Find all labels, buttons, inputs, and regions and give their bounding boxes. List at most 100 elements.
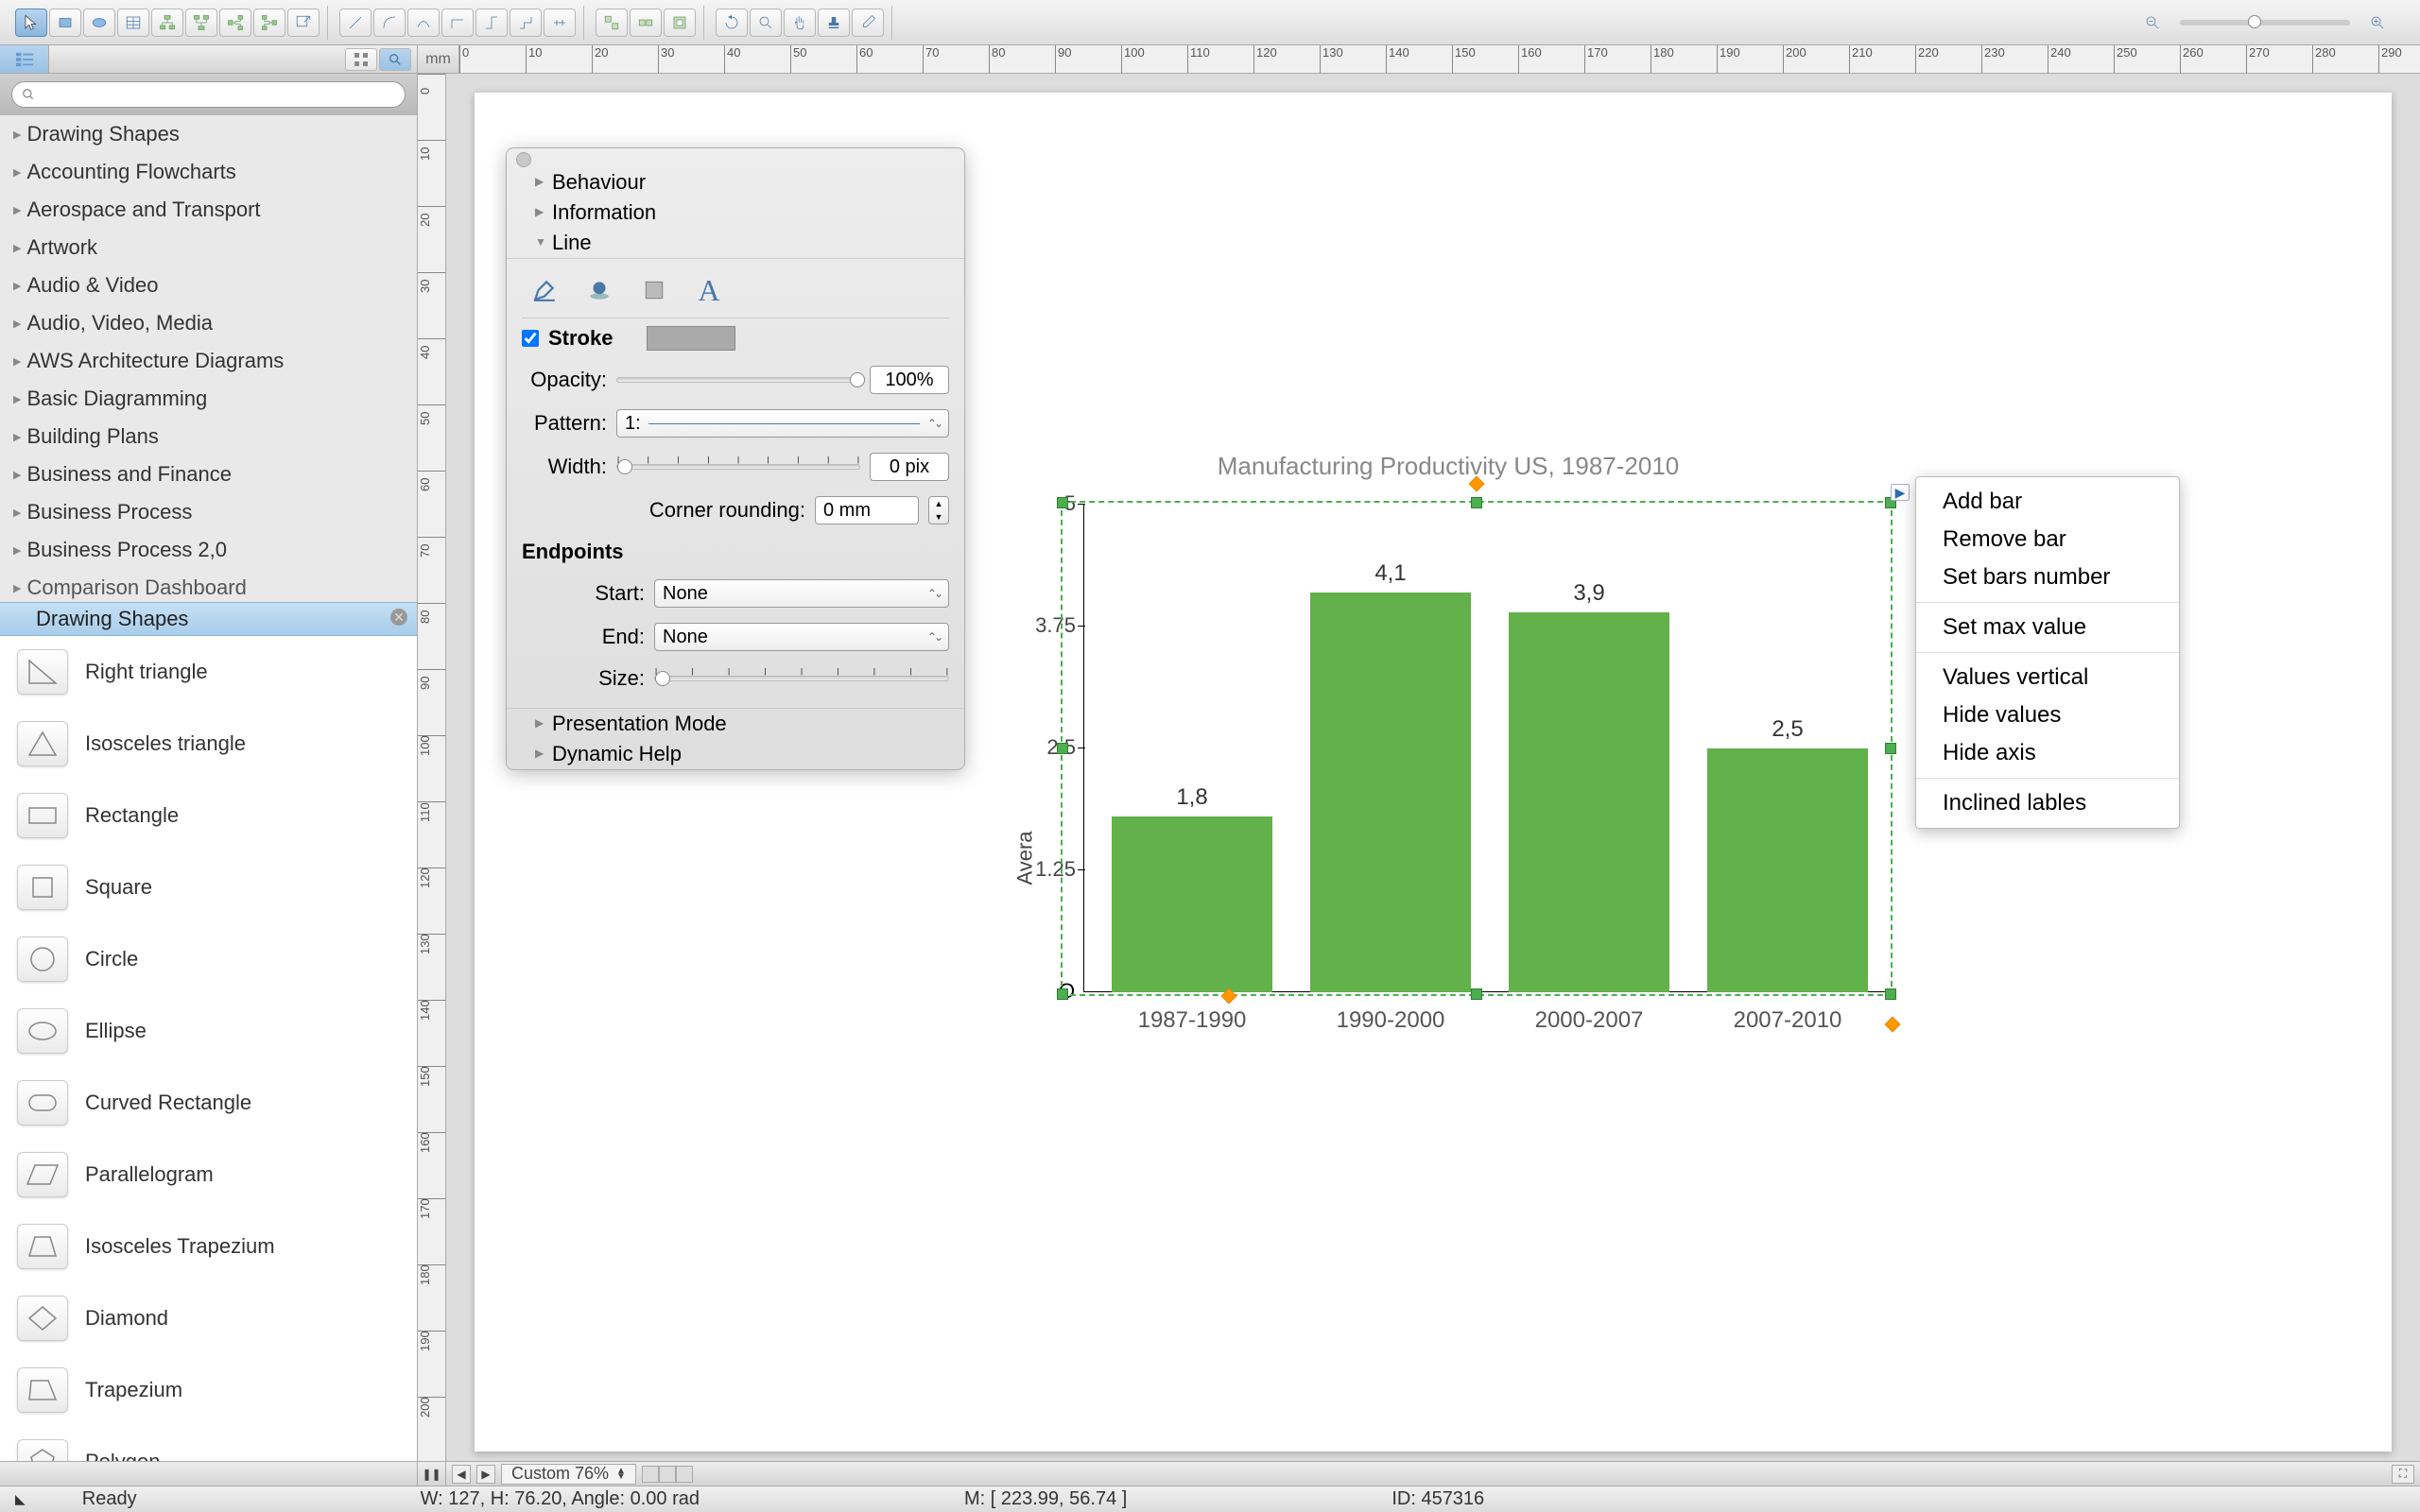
ellipse-tool[interactable] bbox=[83, 9, 115, 37]
insp-tab-shadow-icon[interactable] bbox=[580, 274, 618, 306]
selection-handle-sw[interactable] bbox=[1057, 988, 1068, 1000]
scroll-left-icon[interactable]: ◀ bbox=[452, 1465, 471, 1484]
library-category[interactable]: Drawing Shapes bbox=[0, 115, 417, 153]
library-category[interactable]: Business Process 2,0 bbox=[0, 531, 417, 569]
shape-item[interactable]: Curved Rectangle bbox=[0, 1067, 417, 1139]
opacity-slider[interactable] bbox=[616, 377, 860, 383]
shape-item[interactable]: Ellipse bbox=[0, 995, 417, 1067]
eyedropper-tool[interactable] bbox=[852, 9, 884, 37]
search-lib-icon[interactable] bbox=[379, 48, 411, 71]
zoom-in-button[interactable] bbox=[2361, 9, 2394, 37]
shape-item[interactable]: Parallelogram bbox=[0, 1139, 417, 1211]
connector-curve[interactable] bbox=[373, 9, 406, 37]
inspector-section-information[interactable]: Information bbox=[507, 198, 964, 228]
end-select[interactable]: None bbox=[654, 623, 949, 651]
size-slider[interactable]: ||||||||| bbox=[654, 676, 949, 681]
context-menu-item[interactable]: Add bar bbox=[1916, 483, 2179, 521]
library-category[interactable]: Accounting Flowcharts bbox=[0, 153, 417, 191]
selection-handle-e[interactable] bbox=[1885, 743, 1896, 754]
connector-arc[interactable] bbox=[407, 9, 440, 37]
export-tool[interactable] bbox=[287, 9, 320, 37]
width-field[interactable] bbox=[870, 453, 949, 481]
zoom-tool[interactable] bbox=[750, 9, 782, 37]
shape-item[interactable]: Rectangle bbox=[0, 780, 417, 851]
connector-angle[interactable] bbox=[441, 9, 474, 37]
corner-field[interactable] bbox=[815, 496, 919, 524]
selection-handle-n[interactable] bbox=[1471, 497, 1482, 508]
corner-stepper[interactable]: ▲▼ bbox=[928, 496, 949, 524]
zoom-slider[interactable] bbox=[2180, 20, 2350, 26]
context-menu-item[interactable]: Values vertical bbox=[1916, 659, 2179, 696]
scroll-right-icon[interactable]: ▶ bbox=[476, 1465, 495, 1484]
library-category[interactable]: Aerospace and Transport bbox=[0, 191, 417, 229]
selection-handle-nw[interactable] bbox=[1057, 497, 1068, 508]
shape-item[interactable]: Diamond bbox=[0, 1282, 417, 1354]
selection-handle-w[interactable] bbox=[1057, 743, 1068, 754]
start-select[interactable]: None bbox=[654, 579, 949, 608]
align-3[interactable] bbox=[664, 9, 696, 37]
library-open-section[interactable]: Drawing Shapes ✕ bbox=[0, 602, 417, 636]
shape-item[interactable]: Square bbox=[0, 851, 417, 923]
pan-tool[interactable] bbox=[784, 9, 816, 37]
library-category[interactable]: Building Plans bbox=[0, 418, 417, 455]
inspector-section-presentation[interactable]: Presentation Mode bbox=[507, 708, 964, 739]
library-category[interactable]: Audio & Video bbox=[0, 266, 417, 304]
context-menu-item[interactable]: Remove bar bbox=[1916, 521, 2179, 558]
inspector-close-icon[interactable] bbox=[516, 152, 531, 167]
pattern-select[interactable]: 1: bbox=[616, 409, 949, 438]
align-1[interactable] bbox=[596, 9, 628, 37]
close-icon[interactable]: ✕ bbox=[390, 609, 407, 626]
selection-handle-s[interactable] bbox=[1471, 988, 1482, 1000]
align-2[interactable] bbox=[630, 9, 662, 37]
zoom-out-button[interactable] bbox=[2136, 9, 2169, 37]
connector-step[interactable] bbox=[475, 9, 508, 37]
pause-icon[interactable]: ❚❚ bbox=[418, 1462, 446, 1486]
action-arrow-icon[interactable]: ▶ bbox=[1891, 484, 1910, 501]
connector-straight[interactable] bbox=[339, 9, 372, 37]
shape-item[interactable]: Polygon bbox=[0, 1426, 417, 1461]
connector-bezier[interactable] bbox=[544, 9, 576, 37]
expand-icon[interactable]: ⛶ bbox=[2392, 1465, 2414, 1484]
context-menu-item[interactable]: Hide axis bbox=[1916, 734, 2179, 772]
tree-tool-4[interactable] bbox=[253, 9, 285, 37]
insp-tab-pen-icon[interactable] bbox=[526, 274, 563, 306]
shape-item[interactable]: Isosceles Trapezium bbox=[0, 1211, 417, 1282]
library-category[interactable]: Business Process bbox=[0, 493, 417, 531]
insp-tab-text-icon[interactable]: A bbox=[690, 274, 728, 306]
inspector-panel[interactable]: Behaviour Information Line A Stroke Opac… bbox=[506, 147, 965, 770]
refresh-tool[interactable] bbox=[716, 9, 748, 37]
library-category[interactable]: Comparison Dashboard bbox=[0, 569, 417, 602]
grid-view-icon[interactable] bbox=[345, 48, 377, 71]
context-menu-item[interactable]: Set bars number bbox=[1916, 558, 2179, 596]
library-category[interactable]: Basic Diagramming bbox=[0, 380, 417, 418]
ruler-unit[interactable]: mm bbox=[418, 45, 459, 73]
insp-tab-fill-icon[interactable] bbox=[635, 274, 673, 306]
connector-smart[interactable] bbox=[510, 9, 542, 37]
library-category[interactable]: Audio, Video, Media bbox=[0, 304, 417, 342]
width-slider[interactable]: ||||||||| bbox=[616, 464, 860, 470]
library-category[interactable]: Artwork bbox=[0, 229, 417, 266]
shape-item[interactable]: Isosceles triangle bbox=[0, 708, 417, 780]
rectangle-tool[interactable] bbox=[49, 9, 81, 37]
shape-item[interactable]: Trapezium bbox=[0, 1354, 417, 1426]
tree-tool-3[interactable] bbox=[219, 9, 251, 37]
selection-handle-se[interactable] bbox=[1885, 988, 1896, 1000]
tree-tool-1[interactable] bbox=[151, 9, 183, 37]
tree-tool-2[interactable] bbox=[185, 9, 217, 37]
library-toggle[interactable] bbox=[0, 45, 49, 73]
context-menu-item[interactable]: Hide values bbox=[1916, 696, 2179, 734]
shape-item[interactable]: Circle bbox=[0, 923, 417, 995]
library-category[interactable]: Business and Finance bbox=[0, 455, 417, 493]
shape-item[interactable]: Right triangle bbox=[0, 636, 417, 708]
zoom-select[interactable]: Custom 76% ▲▼ bbox=[501, 1464, 636, 1485]
stamp-tool[interactable] bbox=[818, 9, 850, 37]
pointer-tool[interactable] bbox=[15, 9, 47, 37]
stroke-checkbox[interactable] bbox=[522, 330, 539, 347]
library-category[interactable]: AWS Architecture Diagrams bbox=[0, 342, 417, 380]
library-search-input[interactable] bbox=[11, 81, 406, 108]
inspector-section-line[interactable]: Line bbox=[507, 228, 964, 258]
opacity-field[interactable] bbox=[870, 366, 949, 394]
inspector-section-behaviour[interactable]: Behaviour bbox=[507, 167, 964, 198]
view-mode-icons[interactable] bbox=[642, 1466, 693, 1483]
stroke-color-swatch[interactable] bbox=[647, 326, 735, 351]
